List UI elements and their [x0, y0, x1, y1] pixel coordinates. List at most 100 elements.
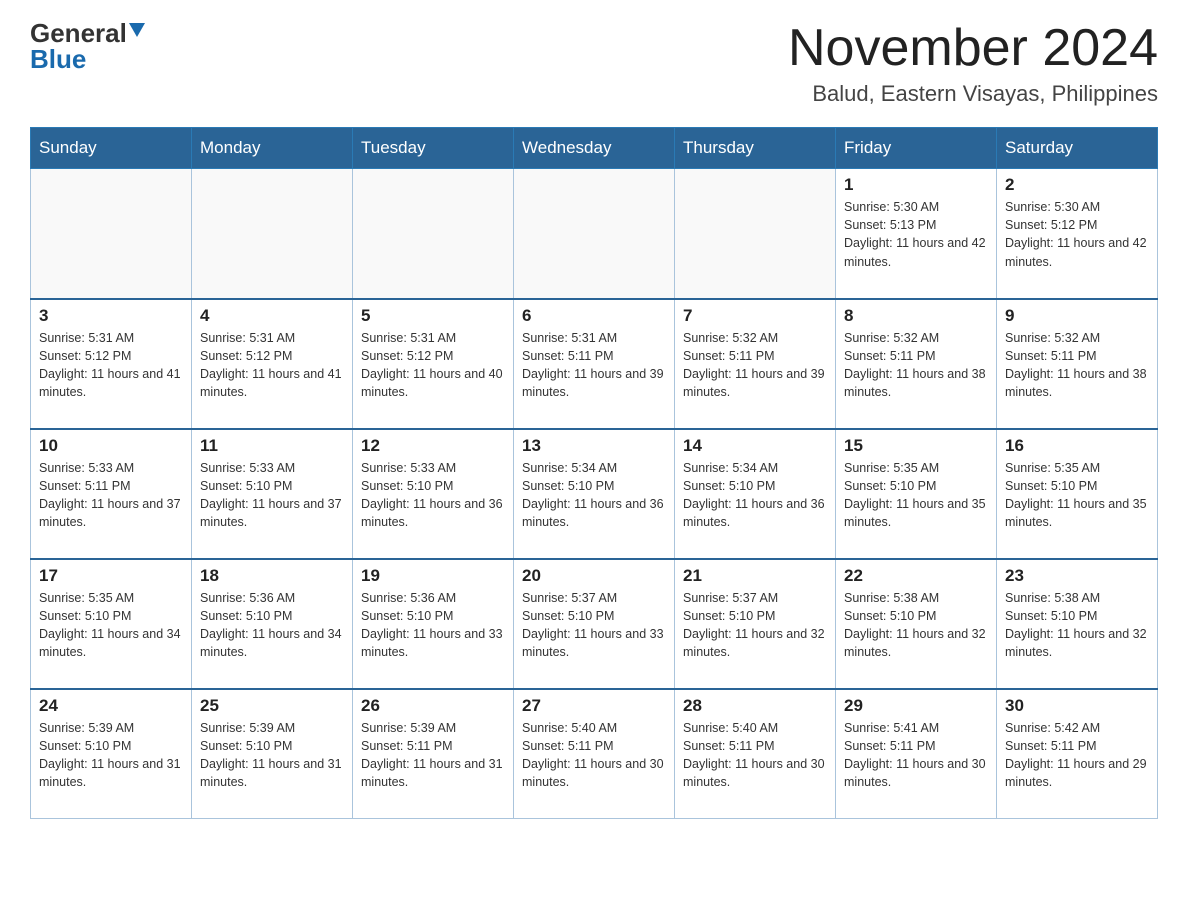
day-info: Sunrise: 5:32 AM Sunset: 5:11 PM Dayligh… — [683, 329, 827, 402]
day-number: 20 — [522, 566, 666, 586]
calendar-cell: 3 Sunrise: 5:31 AM Sunset: 5:12 PM Daylig… — [31, 299, 192, 429]
calendar-cell: 2 Sunrise: 5:30 AM Sunset: 5:12 PM Daylig… — [997, 169, 1158, 299]
day-number: 6 — [522, 306, 666, 326]
day-info: Sunrise: 5:33 AM Sunset: 5:11 PM Dayligh… — [39, 459, 183, 532]
calendar-cell: 9 Sunrise: 5:32 AM Sunset: 5:11 PM Daylig… — [997, 299, 1158, 429]
calendar-cell: 25 Sunrise: 5:39 AM Sunset: 5:10 PM Dayli… — [192, 689, 353, 819]
day-info: Sunrise: 5:40 AM Sunset: 5:11 PM Dayligh… — [683, 719, 827, 792]
logo-triangle-icon — [129, 23, 145, 37]
day-number: 30 — [1005, 696, 1149, 716]
day-info: Sunrise: 5:31 AM Sunset: 5:12 PM Dayligh… — [39, 329, 183, 402]
calendar-cell: 20 Sunrise: 5:37 AM Sunset: 5:10 PM Dayli… — [514, 559, 675, 689]
calendar-week-row: 3 Sunrise: 5:31 AM Sunset: 5:12 PM Daylig… — [31, 299, 1158, 429]
calendar-cell: 1Sunrise: 5:30 AM Sunset: 5:13 PM Daylig… — [836, 169, 997, 299]
calendar-cell: 11 Sunrise: 5:33 AM Sunset: 5:10 PM Dayli… — [192, 429, 353, 559]
calendar-cell: 13Sunrise: 5:34 AM Sunset: 5:10 PM Dayli… — [514, 429, 675, 559]
calendar-cell: 15 Sunrise: 5:35 AM Sunset: 5:10 PM Dayli… — [836, 429, 997, 559]
day-number: 23 — [1005, 566, 1149, 586]
calendar-table: SundayMondayTuesdayWednesdayThursdayFrid… — [30, 127, 1158, 819]
day-info: Sunrise: 5:39 AM Sunset: 5:11 PM Dayligh… — [361, 719, 505, 792]
day-number: 5 — [361, 306, 505, 326]
day-info: Sunrise: 5:30 AM Sunset: 5:12 PM Dayligh… — [1005, 198, 1149, 271]
calendar-header-row: SundayMondayTuesdayWednesdayThursdayFrid… — [31, 128, 1158, 169]
calendar-cell: 10 Sunrise: 5:33 AM Sunset: 5:11 PM Dayli… — [31, 429, 192, 559]
day-number: 22 — [844, 566, 988, 586]
weekday-header-saturday: Saturday — [997, 128, 1158, 169]
weekday-header-monday: Monday — [192, 128, 353, 169]
day-info: Sunrise: 5:36 AM Sunset: 5:10 PM Dayligh… — [200, 589, 344, 662]
calendar-week-row: 17Sunrise: 5:35 AM Sunset: 5:10 PM Dayli… — [31, 559, 1158, 689]
page-header: General Blue November 2024 Balud, Easter… — [30, 20, 1158, 107]
calendar-cell: 14 Sunrise: 5:34 AM Sunset: 5:10 PM Dayli… — [675, 429, 836, 559]
day-number: 19 — [361, 566, 505, 586]
day-number: 26 — [361, 696, 505, 716]
day-number: 8 — [844, 306, 988, 326]
calendar-cell: 28 Sunrise: 5:40 AM Sunset: 5:11 PM Dayli… — [675, 689, 836, 819]
day-info: Sunrise: 5:35 AM Sunset: 5:10 PM Dayligh… — [39, 589, 183, 662]
day-info: Sunrise: 5:32 AM Sunset: 5:11 PM Dayligh… — [1005, 329, 1149, 402]
day-number: 24 — [39, 696, 183, 716]
calendar-week-row: 1Sunrise: 5:30 AM Sunset: 5:13 PM Daylig… — [31, 169, 1158, 299]
day-number: 4 — [200, 306, 344, 326]
calendar-cell: 18 Sunrise: 5:36 AM Sunset: 5:10 PM Dayli… — [192, 559, 353, 689]
day-info: Sunrise: 5:34 AM Sunset: 5:10 PM Dayligh… — [683, 459, 827, 532]
day-info: Sunrise: 5:39 AM Sunset: 5:10 PM Dayligh… — [200, 719, 344, 792]
day-info: Sunrise: 5:37 AM Sunset: 5:10 PM Dayligh… — [683, 589, 827, 662]
day-number: 3 — [39, 306, 183, 326]
day-info: Sunrise: 5:38 AM Sunset: 5:10 PM Dayligh… — [1005, 589, 1149, 662]
calendar-cell — [675, 169, 836, 299]
calendar-cell: 4 Sunrise: 5:31 AM Sunset: 5:12 PM Daylig… — [192, 299, 353, 429]
weekday-header-tuesday: Tuesday — [353, 128, 514, 169]
calendar-week-row: 24 Sunrise: 5:39 AM Sunset: 5:10 PM Dayli… — [31, 689, 1158, 819]
calendar-cell: 29 Sunrise: 5:41 AM Sunset: 5:11 PM Dayli… — [836, 689, 997, 819]
weekday-header-wednesday: Wednesday — [514, 128, 675, 169]
day-info: Sunrise: 5:37 AM Sunset: 5:10 PM Dayligh… — [522, 589, 666, 662]
day-number: 7 — [683, 306, 827, 326]
day-number: 28 — [683, 696, 827, 716]
logo-general-text: General — [30, 20, 127, 46]
day-number: 29 — [844, 696, 988, 716]
calendar-cell: 26 Sunrise: 5:39 AM Sunset: 5:11 PM Dayli… — [353, 689, 514, 819]
day-info: Sunrise: 5:35 AM Sunset: 5:10 PM Dayligh… — [844, 459, 988, 532]
calendar-cell: 8 Sunrise: 5:32 AM Sunset: 5:11 PM Daylig… — [836, 299, 997, 429]
weekday-header-friday: Friday — [836, 128, 997, 169]
day-number: 14 — [683, 436, 827, 456]
day-info: Sunrise: 5:38 AM Sunset: 5:10 PM Dayligh… — [844, 589, 988, 662]
day-info: Sunrise: 5:41 AM Sunset: 5:11 PM Dayligh… — [844, 719, 988, 792]
day-number: 18 — [200, 566, 344, 586]
day-info: Sunrise: 5:40 AM Sunset: 5:11 PM Dayligh… — [522, 719, 666, 792]
day-number: 15 — [844, 436, 988, 456]
calendar-cell: 12 Sunrise: 5:33 AM Sunset: 5:10 PM Dayli… — [353, 429, 514, 559]
day-info: Sunrise: 5:35 AM Sunset: 5:10 PM Dayligh… — [1005, 459, 1149, 532]
location-subtitle: Balud, Eastern Visayas, Philippines — [788, 81, 1158, 107]
day-info: Sunrise: 5:32 AM Sunset: 5:11 PM Dayligh… — [844, 329, 988, 402]
calendar-cell: 24 Sunrise: 5:39 AM Sunset: 5:10 PM Dayli… — [31, 689, 192, 819]
day-number: 21 — [683, 566, 827, 586]
day-info: Sunrise: 5:31 AM Sunset: 5:11 PM Dayligh… — [522, 329, 666, 402]
calendar-cell: 23 Sunrise: 5:38 AM Sunset: 5:10 PM Dayli… — [997, 559, 1158, 689]
day-number: 2 — [1005, 175, 1149, 195]
calendar-cell: 30Sunrise: 5:42 AM Sunset: 5:11 PM Dayli… — [997, 689, 1158, 819]
calendar-week-row: 10 Sunrise: 5:33 AM Sunset: 5:11 PM Dayli… — [31, 429, 1158, 559]
day-number: 10 — [39, 436, 183, 456]
day-info: Sunrise: 5:33 AM Sunset: 5:10 PM Dayligh… — [200, 459, 344, 532]
day-number: 9 — [1005, 306, 1149, 326]
day-info: Sunrise: 5:39 AM Sunset: 5:10 PM Dayligh… — [39, 719, 183, 792]
calendar-cell: 6 Sunrise: 5:31 AM Sunset: 5:11 PM Daylig… — [514, 299, 675, 429]
calendar-cell: 27 Sunrise: 5:40 AM Sunset: 5:11 PM Dayli… — [514, 689, 675, 819]
day-info: Sunrise: 5:31 AM Sunset: 5:12 PM Dayligh… — [200, 329, 344, 402]
calendar-cell: 21 Sunrise: 5:37 AM Sunset: 5:10 PM Dayli… — [675, 559, 836, 689]
calendar-cell: 19Sunrise: 5:36 AM Sunset: 5:10 PM Dayli… — [353, 559, 514, 689]
day-number: 11 — [200, 436, 344, 456]
day-number: 12 — [361, 436, 505, 456]
calendar-cell — [192, 169, 353, 299]
day-number: 25 — [200, 696, 344, 716]
title-section: November 2024 Balud, Eastern Visayas, Ph… — [788, 20, 1158, 107]
day-info: Sunrise: 5:34 AM Sunset: 5:10 PM Dayligh… — [522, 459, 666, 532]
day-number: 27 — [522, 696, 666, 716]
calendar-cell: 22 Sunrise: 5:38 AM Sunset: 5:10 PM Dayli… — [836, 559, 997, 689]
calendar-cell: 7 Sunrise: 5:32 AM Sunset: 5:11 PM Daylig… — [675, 299, 836, 429]
weekday-header-thursday: Thursday — [675, 128, 836, 169]
calendar-cell — [31, 169, 192, 299]
day-info: Sunrise: 5:33 AM Sunset: 5:10 PM Dayligh… — [361, 459, 505, 532]
